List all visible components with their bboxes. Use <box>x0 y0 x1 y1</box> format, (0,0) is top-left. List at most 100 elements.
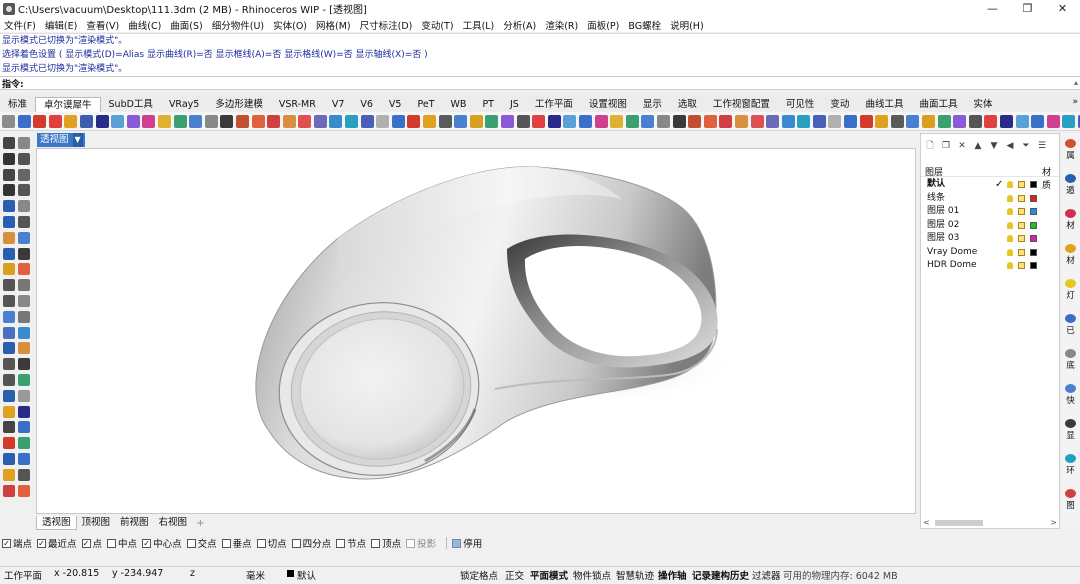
toolbar-tool-icon[interactable] <box>1046 114 1060 128</box>
layer-color-swatch[interactable] <box>1030 208 1037 215</box>
layer-lock-icon[interactable] <box>1018 248 1025 256</box>
toolbar-tool-icon[interactable] <box>828 114 842 128</box>
toolbar-tool-icon[interactable] <box>844 114 858 128</box>
status-layer[interactable]: 默认 <box>297 568 316 582</box>
viewport-tab-top[interactable]: 顶视图 <box>77 516 116 530</box>
maximize-button[interactable]: ❐ <box>1010 0 1045 17</box>
layer-visibility-bulb-icon[interactable] <box>1007 194 1013 202</box>
viewport-tab-perspective[interactable]: 透视图 <box>36 516 77 530</box>
left-tool-icon[interactable] <box>3 137 15 149</box>
left-tool-icon[interactable] <box>3 231 15 244</box>
viewport-tab-front[interactable]: 前视图 <box>115 516 154 530</box>
osnap-option[interactable]: 切点 <box>256 536 287 550</box>
menu-item[interactable]: 尺寸标注(D) <box>360 18 413 32</box>
layer-row[interactable]: Vray Dome <box>921 246 1059 259</box>
toolbar-tool-icon[interactable] <box>64 114 78 128</box>
toolbar-tool-icon[interactable] <box>984 114 998 128</box>
left-tool-icon[interactable] <box>18 437 30 450</box>
osnap-checkbox[interactable] <box>291 538 301 548</box>
layer-name[interactable]: HDR Dome <box>927 259 977 272</box>
toolbar-tool-icon[interactable] <box>376 114 390 128</box>
left-tool-icon[interactable] <box>18 342 30 355</box>
menu-item[interactable]: 渲染(R) <box>545 18 578 32</box>
osnap-option[interactable]: 中点 <box>107 536 137 550</box>
toolbar-tool-icon[interactable] <box>454 114 468 128</box>
menu-item[interactable]: 说明(H) <box>670 18 704 32</box>
left-tool-icon[interactable] <box>18 326 30 339</box>
left-tool-icon[interactable] <box>3 421 15 434</box>
add-viewport-tab-icon[interactable]: + <box>192 518 208 529</box>
layer-name[interactable]: Vray Dome <box>927 246 977 259</box>
toolbar-tool-icon[interactable] <box>922 114 936 128</box>
left-tool-icon[interactable] <box>3 453 15 465</box>
left-tool-icon[interactable] <box>3 389 15 402</box>
toolbar-tool-icon[interactable] <box>1000 114 1013 128</box>
toolbar-tool-icon[interactable] <box>890 114 904 128</box>
layer-color-swatch[interactable] <box>1030 235 1037 242</box>
toolbar-tab[interactable]: PeT <box>409 97 442 112</box>
status-ortho[interactable]: 正交 <box>505 568 524 582</box>
viewport-tab-right[interactable]: 右视图 <box>154 516 193 530</box>
layer-visibility-bulb-icon[interactable] <box>1007 181 1013 188</box>
toolbar-tool-icon[interactable] <box>267 114 281 128</box>
layer-visibility-bulb-icon[interactable] <box>1007 235 1013 242</box>
toolbar-tool-icon[interactable] <box>547 114 561 128</box>
right-panel-tab[interactable]: 快 <box>1062 382 1079 412</box>
menu-item[interactable]: 文件(F) <box>4 18 36 32</box>
toolbar-tab[interactable]: 标准 <box>0 97 35 112</box>
layer-name[interactable]: 线条 <box>927 192 945 205</box>
toolbar-tool-icon[interactable] <box>126 114 140 128</box>
toolbar-tab[interactable]: V7 <box>324 97 353 112</box>
new-layer-icon[interactable]: 🗋 <box>925 141 935 152</box>
toolbar-tab[interactable]: VRay5 <box>161 97 207 112</box>
menu-item[interactable]: 曲线(C) <box>128 18 161 32</box>
toolbar-tool-icon[interactable] <box>220 114 234 128</box>
left-tool-icon[interactable] <box>18 279 30 292</box>
layer-color-swatch[interactable] <box>1030 194 1037 202</box>
left-tool-icon[interactable] <box>3 374 15 386</box>
toolbar-tool-icon[interactable] <box>766 114 780 128</box>
toolbar-tool-icon[interactable] <box>204 114 218 128</box>
toolbar-tool-icon[interactable] <box>578 114 592 128</box>
osnap-option[interactable]: 节点 <box>336 536 366 550</box>
layers-hscrollbar[interactable]: < > <box>923 518 1057 527</box>
toolbar-tool-icon[interactable] <box>423 114 437 128</box>
left-tool-icon[interactable] <box>3 310 15 323</box>
toolbar-tab[interactable]: 曲线工具 <box>857 97 911 112</box>
osnap-option[interactable]: 停用 <box>452 536 482 550</box>
status-history[interactable]: 记录建构历史 <box>692 568 749 582</box>
left-tool-icon[interactable] <box>3 216 15 228</box>
right-panel-tab[interactable]: 材 <box>1062 207 1079 237</box>
layer-lock-icon[interactable] <box>1018 194 1025 202</box>
menu-item[interactable]: BG螺栓 <box>628 18 661 32</box>
layer-name[interactable]: 图层 01 <box>927 205 959 218</box>
toolbar-tool-icon[interactable] <box>111 114 125 128</box>
osnap-checkbox[interactable] <box>256 538 266 548</box>
toolbar-tool-icon[interactable] <box>48 114 62 128</box>
toolbar-tab[interactable]: 多边形建模 <box>207 97 271 112</box>
toolbar-tool-icon[interactable] <box>79 114 93 128</box>
toolbar-tab[interactable]: 设置视图 <box>581 97 635 112</box>
layer-color-swatch[interactable] <box>1030 181 1037 188</box>
toolbar-tool-icon[interactable] <box>1062 114 1076 128</box>
left-tool-icon[interactable] <box>3 247 15 260</box>
toolbar-tool-icon[interactable] <box>142 114 156 128</box>
toolbar-tool-icon[interactable] <box>672 114 686 128</box>
left-tool-icon[interactable] <box>18 184 30 197</box>
osnap-checkbox[interactable] <box>371 538 381 548</box>
left-tool-icon[interactable] <box>18 168 30 181</box>
toolbar-tool-icon[interactable] <box>173 114 187 128</box>
new-sublayer-icon[interactable]: ❐ <box>941 141 951 152</box>
osnap-option[interactable]: ✓ 最近点 <box>37 536 77 550</box>
toolbar-tool-icon[interactable] <box>968 114 982 128</box>
left-tool-icon[interactable] <box>3 279 15 292</box>
left-tool-icon[interactable] <box>3 295 15 307</box>
close-button[interactable]: ✕ <box>1045 0 1080 17</box>
toolbar-tool-icon[interactable] <box>251 114 265 128</box>
viewport-dropdown-icon[interactable]: ▼ <box>72 133 83 147</box>
left-tool-icon[interactable] <box>3 437 15 450</box>
osnap-option[interactable]: ✓ 端点 <box>2 536 32 550</box>
left-tool-icon[interactable] <box>18 231 30 244</box>
toolbar-tool-icon[interactable] <box>875 114 889 128</box>
right-panel-tab[interactable]: 灯 <box>1062 277 1079 307</box>
